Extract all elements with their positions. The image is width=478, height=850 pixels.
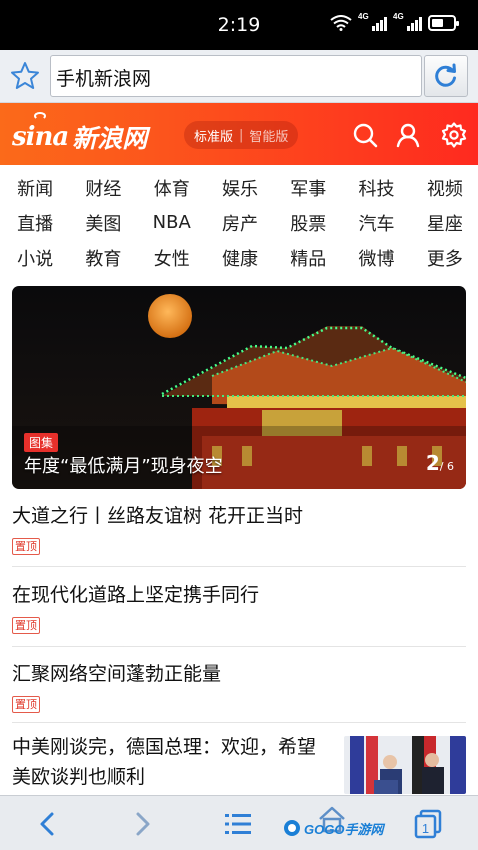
gallery-badge: 图集: [24, 433, 59, 452]
edition-smart[interactable]: 智能版: [249, 126, 288, 145]
article-title[interactable]: 中美刚谈完，德国总理：欢迎，希望美欧谈判也顺利: [12, 732, 332, 792]
bookmark-star-icon[interactable]: [9, 60, 41, 92]
nav-item[interactable]: 小说: [0, 245, 68, 271]
nav-item[interactable]: 娱乐: [205, 175, 273, 201]
hero-gallery-card[interactable]: 图集 年度“最低满月”现身夜空 2/ 6: [12, 286, 466, 489]
user-icon[interactable]: [396, 122, 422, 148]
article-item[interactable]: 汇聚网络空间蓬勃正能量 置顶: [12, 659, 466, 713]
article-title[interactable]: 汇聚网络空间蓬勃正能量: [12, 659, 466, 686]
nav-item[interactable]: 视频: [410, 175, 478, 201]
nav-item[interactable]: 教育: [68, 245, 136, 271]
gallery-pager: 2/ 6: [426, 451, 454, 475]
article-item[interactable]: 在现代化道路上坚定携手同行 置顶: [12, 580, 466, 634]
nav-item[interactable]: 体育: [137, 175, 205, 201]
signal-icon: 4G: [358, 12, 387, 31]
edition-separator: |: [239, 127, 244, 143]
status-bar: 2:19 4G 4G: [0, 0, 478, 50]
watermark: GOGO手游网: [282, 818, 383, 838]
nav-item[interactable]: 新闻: [0, 175, 68, 201]
status-icons: 4G 4G: [330, 12, 459, 31]
channel-nav: 新闻 财经 体育 娱乐 军事 科技 视频 直播 美图 NBA 房产 股票 汽车 …: [0, 170, 478, 275]
pinned-tag: 置顶: [12, 696, 40, 713]
nav-item[interactable]: 微博: [341, 245, 409, 271]
edition-standard[interactable]: 标准版: [194, 126, 233, 145]
pager-current: 2: [425, 451, 440, 475]
nav-item[interactable]: 房产: [205, 210, 273, 236]
browser-bottom-bar: 1: [0, 795, 478, 850]
edition-switch: 标准版 | 智能版: [184, 121, 299, 149]
article-item[interactable]: 大道之行丨丝路友谊树 花开正当时 置顶: [12, 501, 466, 555]
nav-item[interactable]: 股票: [273, 210, 341, 236]
signal-icon: 4G: [393, 12, 422, 31]
battery-icon: [428, 15, 459, 31]
article-title[interactable]: 大道之行丨丝路友谊树 花开正当时: [12, 501, 466, 528]
article-thumbnail[interactable]: [344, 736, 466, 794]
divider: [12, 566, 466, 567]
hero-title[interactable]: 年度“最低满月”现身夜空: [24, 452, 223, 478]
address-bar[interactable]: 手机新浪网: [50, 55, 422, 97]
browser-toolbar: 手机新浪网: [0, 50, 478, 103]
settings-gear-icon[interactable]: [441, 122, 467, 148]
nav-item[interactable]: 更多: [410, 245, 478, 271]
watermark-logo-icon: [284, 820, 300, 836]
nav-item[interactable]: 科技: [341, 175, 409, 201]
reload-button[interactable]: [424, 55, 468, 97]
watermark-text: GOGO手游网: [304, 821, 384, 837]
tabs-count: 1: [422, 821, 429, 836]
search-icon[interactable]: [352, 122, 378, 148]
nav-item[interactable]: 财经: [68, 175, 136, 201]
nav-item[interactable]: 美图: [68, 210, 136, 236]
nav-item[interactable]: 星座: [410, 210, 478, 236]
menu-list-icon[interactable]: [222, 808, 254, 840]
nav-item[interactable]: NBA: [137, 212, 205, 233]
divider: [12, 722, 466, 723]
nav-item[interactable]: 健康: [205, 245, 273, 271]
tabs-icon[interactable]: 1: [412, 808, 444, 840]
site-header: sina 新浪网 标准版 | 智能版: [0, 103, 478, 165]
forward-icon[interactable]: [126, 808, 158, 840]
back-icon[interactable]: [32, 808, 64, 840]
nav-item[interactable]: 直播: [0, 210, 68, 236]
nav-item[interactable]: 精品: [273, 245, 341, 271]
logo-eye-mark: [34, 112, 46, 120]
article-thumbnail-image: [344, 736, 466, 794]
wifi-icon: [330, 15, 352, 31]
reload-icon: [435, 63, 456, 87]
nav-item[interactable]: 女性: [137, 245, 205, 271]
pager-total: / 6: [439, 460, 454, 473]
divider: [12, 646, 466, 647]
sina-logo[interactable]: sina 新浪网: [12, 112, 147, 155]
article-title[interactable]: 在现代化道路上坚定携手同行: [12, 580, 466, 607]
nav-item[interactable]: 军事: [273, 175, 341, 201]
pinned-tag: 置顶: [12, 538, 40, 555]
nav-item[interactable]: 汽车: [341, 210, 409, 236]
pinned-tag: 置顶: [12, 617, 40, 634]
